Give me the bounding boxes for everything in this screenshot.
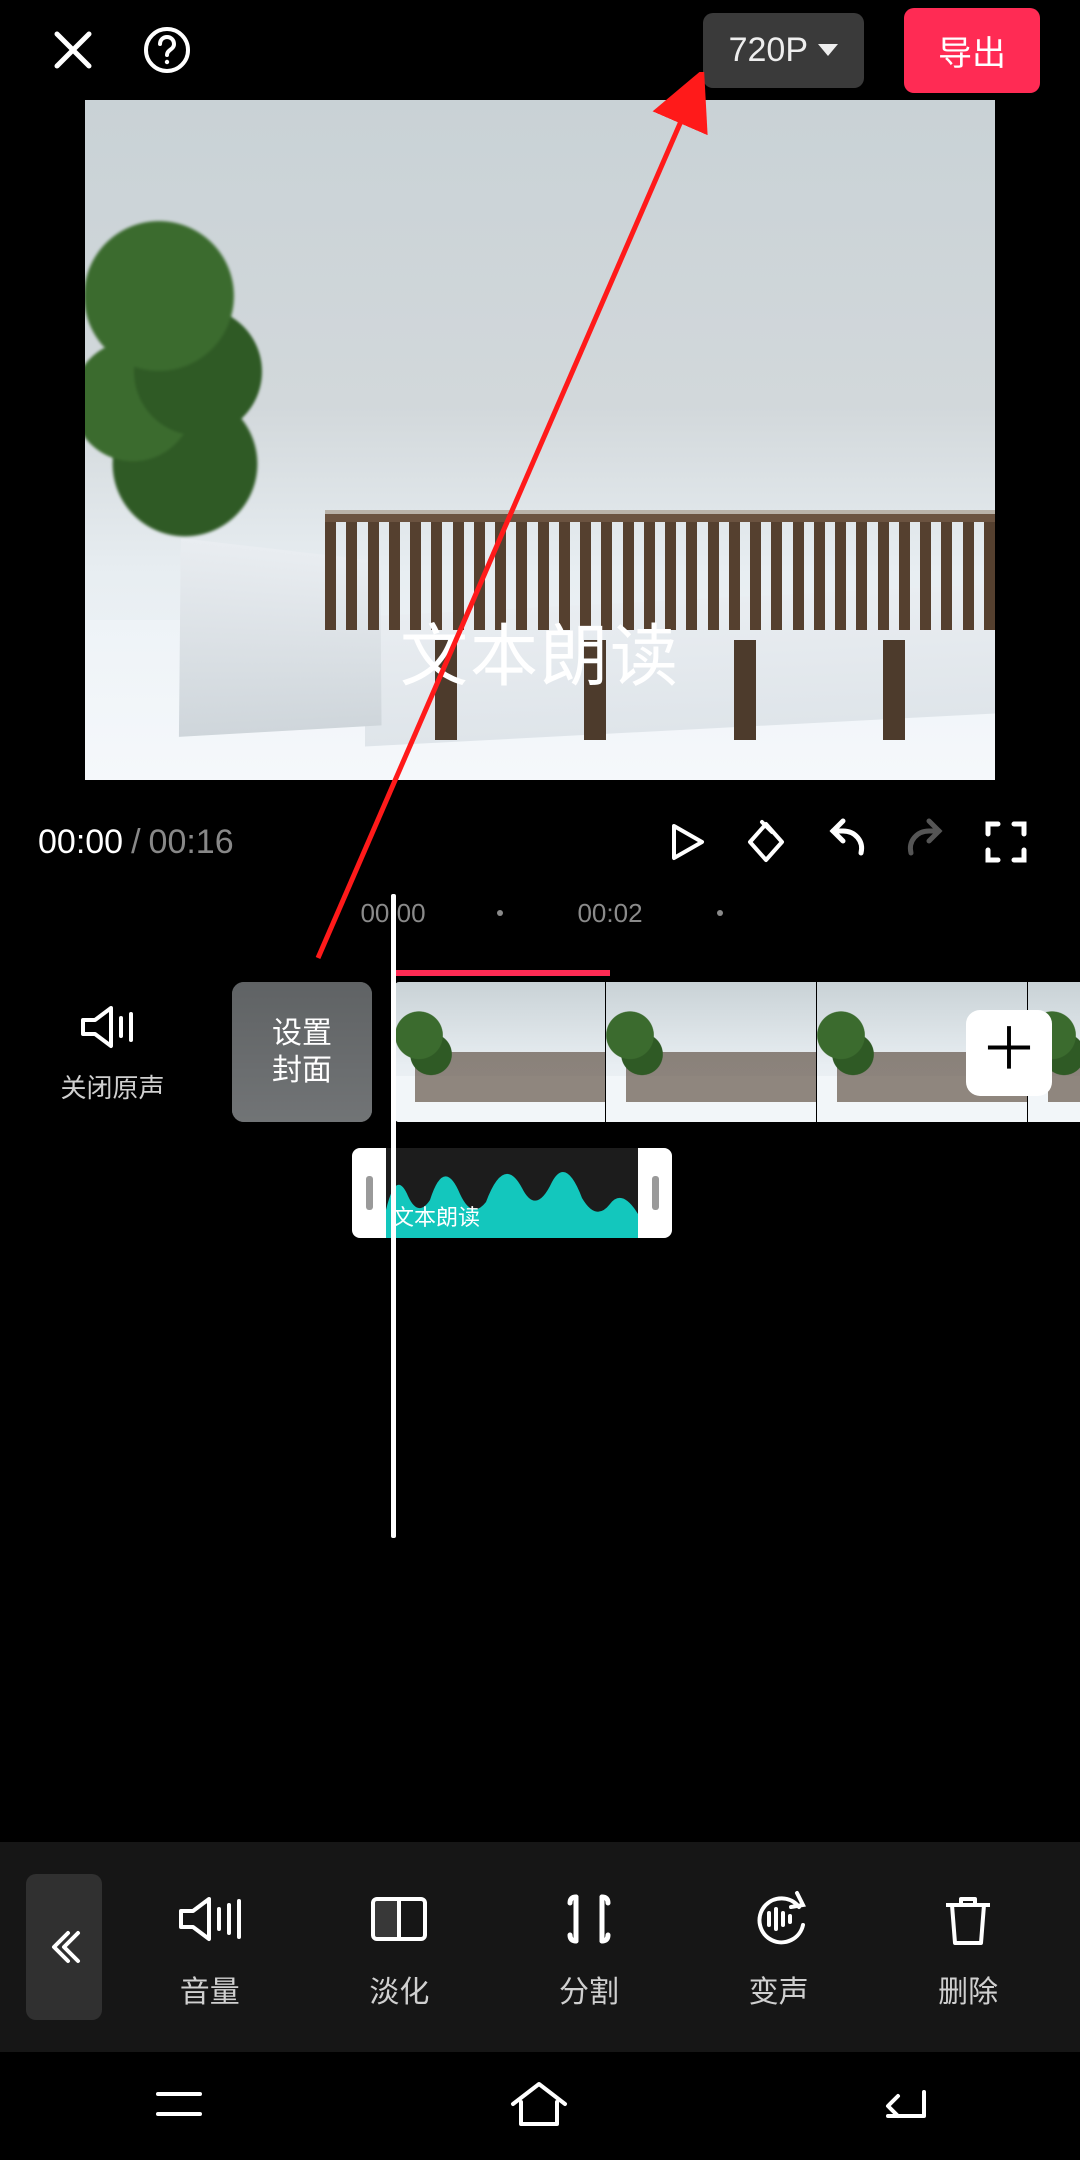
text-overlay[interactable]: 文本朗读 [85,601,995,700]
current-time: 00:00 [38,823,123,861]
mute-label: 关闭原声 [0,1068,225,1105]
redo-icon[interactable] [890,806,962,878]
tool-split[interactable]: 分割 [507,1883,671,2011]
edit-toolbar: 音量 淡化 分割 变声 删除 [0,1842,1080,2052]
timeline[interactable]: 关闭原声 设置 封面 ＋ 文本朗读 [0,938,1080,1368]
clip-thumbnail[interactable] [395,982,605,1122]
export-button[interactable]: 导出 [904,8,1040,93]
fade-icon [318,1883,482,1955]
resolution-label: 720P [729,31,808,70]
trash-icon [886,1883,1050,1955]
ruler-dot [717,910,723,916]
speaker-icon [128,1883,292,1955]
clip-handle-right[interactable] [638,1148,672,1238]
keyframe-icon[interactable] [730,806,802,878]
set-cover-button[interactable]: 设置 封面 [232,982,372,1122]
fullscreen-icon[interactable] [970,806,1042,878]
speaker-icon [77,1000,149,1054]
timeline-ruler[interactable]: 00:00 00:02 [0,898,1080,938]
audio-clip-label: 文本朗读 [392,1200,480,1232]
resolution-button[interactable]: 720P [703,13,864,88]
export-label: 导出 [938,35,1006,73]
tool-voice[interactable]: 变声 [697,1883,861,2011]
tool-volume[interactable]: 音量 [128,1883,292,2011]
top-bar: 720P 导出 [0,0,1080,100]
clip-thumbnail[interactable] [606,982,816,1122]
tool-label: 变声 [697,1967,861,2011]
playhead[interactable] [391,894,396,1538]
set-cover-label: 设置 封面 [232,982,372,1122]
audio-clip[interactable]: 文本朗读 [352,1148,672,1238]
split-icon [507,1883,671,1955]
tool-label: 淡化 [318,1967,482,2011]
tool-label: 删除 [886,1967,1050,2011]
video-preview[interactable]: 文本朗读 [85,100,995,780]
undo-icon[interactable] [810,806,882,878]
plus-icon: ＋ [980,1021,1038,1079]
mute-original-button[interactable]: 关闭原声 [0,1000,225,1105]
home-icon[interactable] [507,2078,571,2135]
tool-delete[interactable]: 删除 [886,1883,1050,2011]
timecode: 00:00/00:16 [38,823,234,862]
close-icon[interactable] [46,23,100,77]
tool-label: 音量 [128,1967,292,2011]
preview-scene [85,170,315,590]
clip-marker [395,970,610,976]
tool-label: 分割 [507,1967,671,2011]
tool-fade[interactable]: 淡化 [318,1883,482,2011]
back-button[interactable] [26,1874,102,2020]
system-nav [0,2052,1080,2160]
add-clip-button[interactable]: ＋ [966,1010,1052,1096]
help-icon[interactable] [140,23,194,77]
ruler-dot [497,910,503,916]
ruler-mark: 00:02 [577,898,642,929]
voice-change-icon [697,1883,861,1955]
chevron-down-icon [818,44,838,56]
recents-icon[interactable] [150,2084,208,2129]
play-icon[interactable] [650,806,722,878]
back-icon[interactable] [870,2082,930,2131]
player-controls: 00:00/00:16 [0,792,1080,892]
clip-handle-left[interactable] [352,1148,386,1238]
audio-waveform: 文本朗读 [386,1148,638,1238]
duration: 00:16 [149,823,234,861]
